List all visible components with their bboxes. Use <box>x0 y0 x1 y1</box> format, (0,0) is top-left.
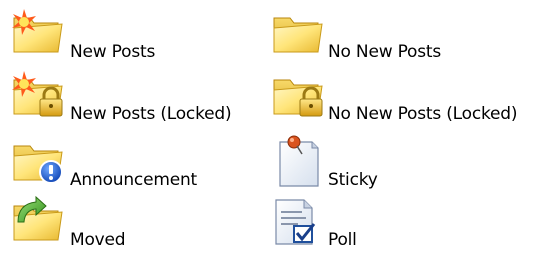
legend-item-new-posts-locked: New Posts (Locked) <box>8 66 263 130</box>
no-new-posts-locked-folder-icon <box>273 79 323 117</box>
no-new-posts-folder-icon <box>273 17 323 53</box>
legend-label: Announcement <box>70 170 197 190</box>
legend-label: Poll <box>328 230 357 250</box>
legend-item-poll: Poll <box>268 192 468 256</box>
sticky-note-icon <box>279 135 319 187</box>
legend-item-moved: Moved <box>8 192 248 256</box>
legend-label: No New Posts <box>328 42 442 62</box>
new-posts-folder-icon <box>12 9 63 53</box>
legend-label: Moved <box>70 230 126 250</box>
legend-item-no-new-posts-locked: No New Posts (Locked) <box>268 66 548 130</box>
legend-item-no-new-posts: No New Posts <box>268 4 528 68</box>
legend-label: Sticky <box>328 170 378 190</box>
poll-document-icon <box>275 199 316 245</box>
forum-icon-legend: New Posts No New Posts New Posts (Locked… <box>0 0 552 257</box>
legend-label: New Posts (Locked) <box>70 104 232 124</box>
legend-item-sticky: Sticky <box>268 132 468 196</box>
moved-folder-icon <box>13 195 63 241</box>
legend-label: No New Posts (Locked) <box>328 104 518 124</box>
announcement-folder-icon <box>13 145 63 184</box>
legend-item-announcement: Announcement <box>8 132 248 196</box>
legend-label: New Posts <box>70 42 156 62</box>
legend-item-new-posts: New Posts <box>8 4 248 68</box>
new-posts-locked-folder-icon <box>12 71 63 117</box>
